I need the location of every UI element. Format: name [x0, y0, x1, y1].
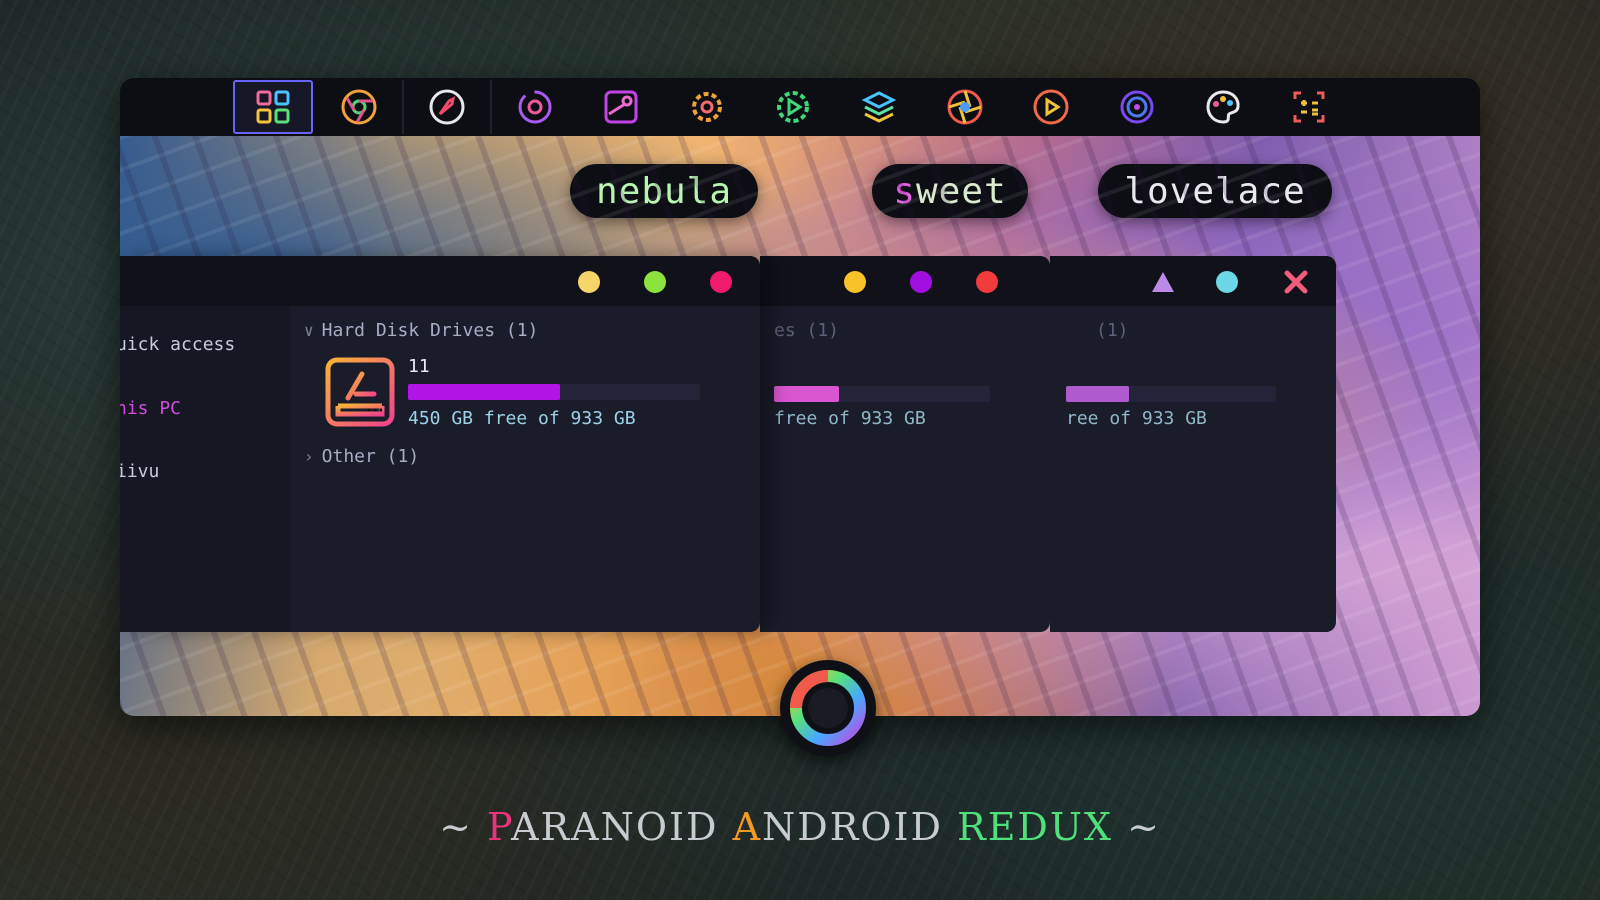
titlebar: [120, 256, 760, 306]
minimize-dot[interactable]: [578, 271, 600, 293]
caption-aranoid: ARANOID: [511, 805, 733, 849]
navigation-sidebar: uick access his PC iivu: [120, 306, 290, 632]
chrome-icon[interactable]: [319, 80, 399, 134]
theme-label-lovelace[interactable]: lovelace: [1098, 164, 1332, 218]
hard-disk-group-header[interactable]: ∨ Hard Disk Drives (1): [304, 320, 538, 341]
caption-suffix: ~: [1112, 805, 1161, 849]
palette-icon[interactable]: [1183, 80, 1263, 134]
drive-usage-bar: [408, 384, 700, 400]
explorer-window-sweet: es (1) free of 933 GB: [760, 256, 1050, 632]
caption-p: P: [487, 805, 512, 849]
settings-gear-icon[interactable]: [667, 80, 747, 134]
calculator-icon[interactable]: [1269, 80, 1349, 134]
window-body: es (1) free of 933 GB: [760, 306, 1050, 632]
maximize-circle-icon[interactable]: [1216, 271, 1238, 293]
minimize-dot[interactable]: [844, 271, 866, 293]
other-group-label: Other (1): [321, 446, 420, 467]
explorer-window-nebula: uick access his PC iivu ∨ Hard Disk Drive…: [120, 256, 760, 632]
camera-sync-icon[interactable]: [495, 80, 575, 134]
media-gear-icon[interactable]: [753, 80, 833, 134]
drive-usage-fill: [774, 386, 839, 402]
drive-usage-fill: [1066, 386, 1129, 402]
caption-prefix: ~: [439, 805, 488, 849]
close-dot[interactable]: [976, 271, 998, 293]
steam-icon[interactable]: [581, 80, 661, 134]
explorer-content: ∨ Hard Disk Drives (1) 11 450 GB free of …: [290, 306, 760, 632]
drive-usage-bar: [1066, 386, 1276, 402]
taskbar: [120, 78, 1480, 136]
sidebar-item-quick-access[interactable]: uick access: [120, 334, 235, 355]
theme-preview-frame: nebula sweet lovelace (1) ree of 933 GB: [120, 78, 1480, 716]
titlebar: [760, 256, 1050, 306]
drive-icon[interactable]: [324, 356, 396, 428]
drive-free-text: 450 GB free of 933 GB: [408, 408, 636, 429]
start-grid-icon[interactable]: [233, 80, 313, 134]
disc-icon[interactable]: [1097, 80, 1177, 134]
theme-label-nebula[interactable]: nebula: [570, 164, 758, 218]
theme-label-sweet[interactable]: s weet: [872, 164, 1028, 218]
drive-name[interactable]: 11: [408, 356, 430, 377]
drive-usage-bar: [774, 386, 990, 402]
drive-free-text: free of 933 GB: [774, 408, 926, 429]
aperture-icon[interactable]: [925, 80, 1005, 134]
theme-artwork: nebula sweet lovelace (1) ree of 933 GB: [120, 136, 1480, 716]
layers-icon[interactable]: [839, 80, 919, 134]
hard-disk-group-label: Hard Disk Drives (1): [321, 320, 539, 341]
sidebar-item-user[interactable]: iivu: [120, 461, 159, 482]
color-wheel-icon[interactable]: [780, 660, 876, 756]
compass-icon[interactable]: [407, 80, 487, 134]
close-x-icon[interactable]: [1284, 270, 1308, 294]
group-header: (1): [1096, 320, 1129, 341]
caption-a: A: [732, 805, 763, 849]
titlebar: [1050, 256, 1336, 306]
caption-title: ~ PARANOID ANDROID REDUX ~: [0, 805, 1600, 849]
caption-redux: REDUX: [957, 805, 1113, 849]
drive-usage-fill: [408, 384, 560, 400]
explorer-window-lovelace: (1) ree of 933 GB: [1050, 256, 1336, 632]
window-body: (1) ree of 933 GB: [1050, 306, 1336, 632]
chevron-right-icon: ›: [304, 447, 314, 466]
drive-free-text: ree of 933 GB: [1066, 408, 1207, 429]
caption-ndroid: NDROID: [762, 805, 958, 849]
maximize-dot[interactable]: [910, 271, 932, 293]
close-dot[interactable]: [710, 271, 732, 293]
window-body: uick access his PC iivu ∨ Hard Disk Drive…: [120, 306, 760, 632]
group-header: es (1): [774, 320, 840, 341]
chevron-down-icon: ∨: [304, 321, 314, 340]
theme-label-sweet-first: s: [893, 170, 916, 212]
other-group-header[interactable]: › Other (1): [304, 446, 419, 467]
minimize-triangle-icon[interactable]: [1150, 270, 1176, 294]
media-player-icon[interactable]: [1011, 80, 1091, 134]
maximize-dot[interactable]: [644, 271, 666, 293]
theme-label-sweet-rest: weet: [915, 170, 1007, 212]
sidebar-item-this-pc[interactable]: his PC: [120, 398, 181, 419]
